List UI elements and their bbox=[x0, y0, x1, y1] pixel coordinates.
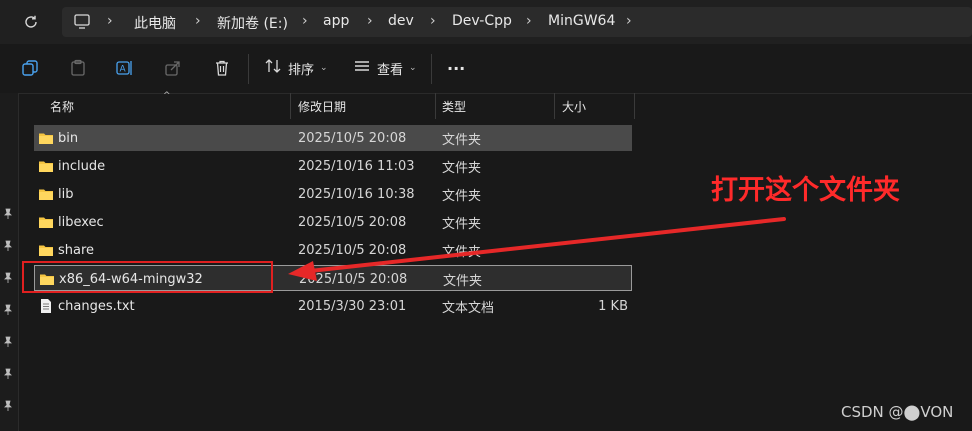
annotation-text: 打开这个文件夹 bbox=[711, 175, 900, 206]
file-explorer-window: › 此电脑 › 新加卷 (E:) › app › dev › Dev-Cpp ›… bbox=[0, 0, 972, 431]
watermark: CSDN @⬤VON bbox=[841, 403, 954, 421]
annotation-arrow bbox=[288, 217, 786, 281]
